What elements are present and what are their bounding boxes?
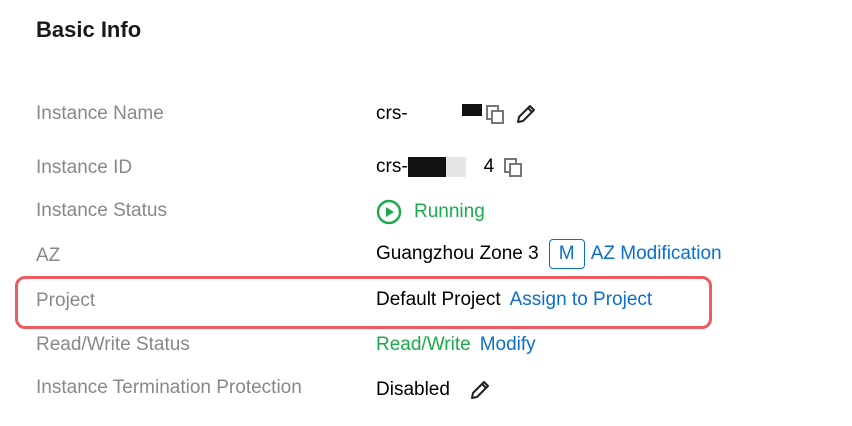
termination-protection-text: Disabled — [376, 379, 450, 400]
project-value: Default Project Assign to Project — [376, 289, 652, 311]
redacted-block — [407, 157, 446, 177]
read-write-status-value: Read/Write Modify — [376, 334, 536, 356]
project-label: Project — [36, 290, 96, 311]
play-circle-icon — [376, 199, 402, 225]
read-write-status-label: Read/Write Status — [36, 334, 190, 355]
instance-id-label: Instance ID — [36, 157, 133, 178]
row-az: AZ Guangzhou Zone 3 M AZ Modification — [0, 239, 852, 280]
project-name: Default Project — [376, 289, 501, 310]
instance-status-value: Running — [376, 199, 485, 225]
edit-pencil-icon[interactable] — [514, 102, 538, 126]
row-termination-protection: Instance Termination Protection Disabled — [0, 375, 852, 415]
row-read-write-status: Read/Write Status Read/Write Modify — [0, 332, 852, 372]
redacted-block — [461, 104, 482, 116]
instance-name-text: crs- — [376, 103, 408, 124]
modify-link[interactable]: Modify — [480, 334, 536, 356]
row-instance-id: Instance ID crs- 4 — [0, 154, 852, 194]
row-project: Project Default Project Assign to Projec… — [0, 287, 852, 327]
az-label: AZ — [36, 245, 61, 266]
instance-name-value: crs- — [376, 102, 538, 126]
redacted-block-light — [445, 157, 466, 177]
az-mode-badge[interactable]: M — [548, 239, 585, 269]
instance-id-prefix: crs- — [376, 156, 408, 177]
instance-id-value: crs- 4 — [376, 156, 524, 178]
edit-pencil-icon[interactable] — [468, 378, 492, 402]
az-modification-link[interactable]: AZ Modification — [591, 243, 722, 265]
row-instance-name: Instance Name crs- — [0, 100, 852, 140]
instance-status-label: Instance Status — [36, 200, 167, 221]
copy-icon[interactable] — [484, 103, 506, 125]
row-instance-status: Instance Status Running — [0, 197, 852, 237]
instance-id-suffix: 4 — [483, 156, 495, 177]
termination-protection-label: Instance Termination Protection — [36, 377, 302, 398]
copy-icon[interactable] — [502, 156, 524, 178]
termination-protection-value: Disabled — [376, 378, 492, 402]
az-zone-text: Guangzhou Zone 3 — [376, 243, 539, 264]
assign-to-project-link[interactable]: Assign to Project — [510, 289, 653, 311]
az-value: Guangzhou Zone 3 M AZ Modification — [376, 239, 722, 269]
read-write-text: Read/Write — [376, 334, 471, 355]
status-text: Running — [414, 201, 485, 222]
instance-name-label: Instance Name — [36, 103, 164, 124]
section-title: Basic Info — [36, 17, 142, 42]
